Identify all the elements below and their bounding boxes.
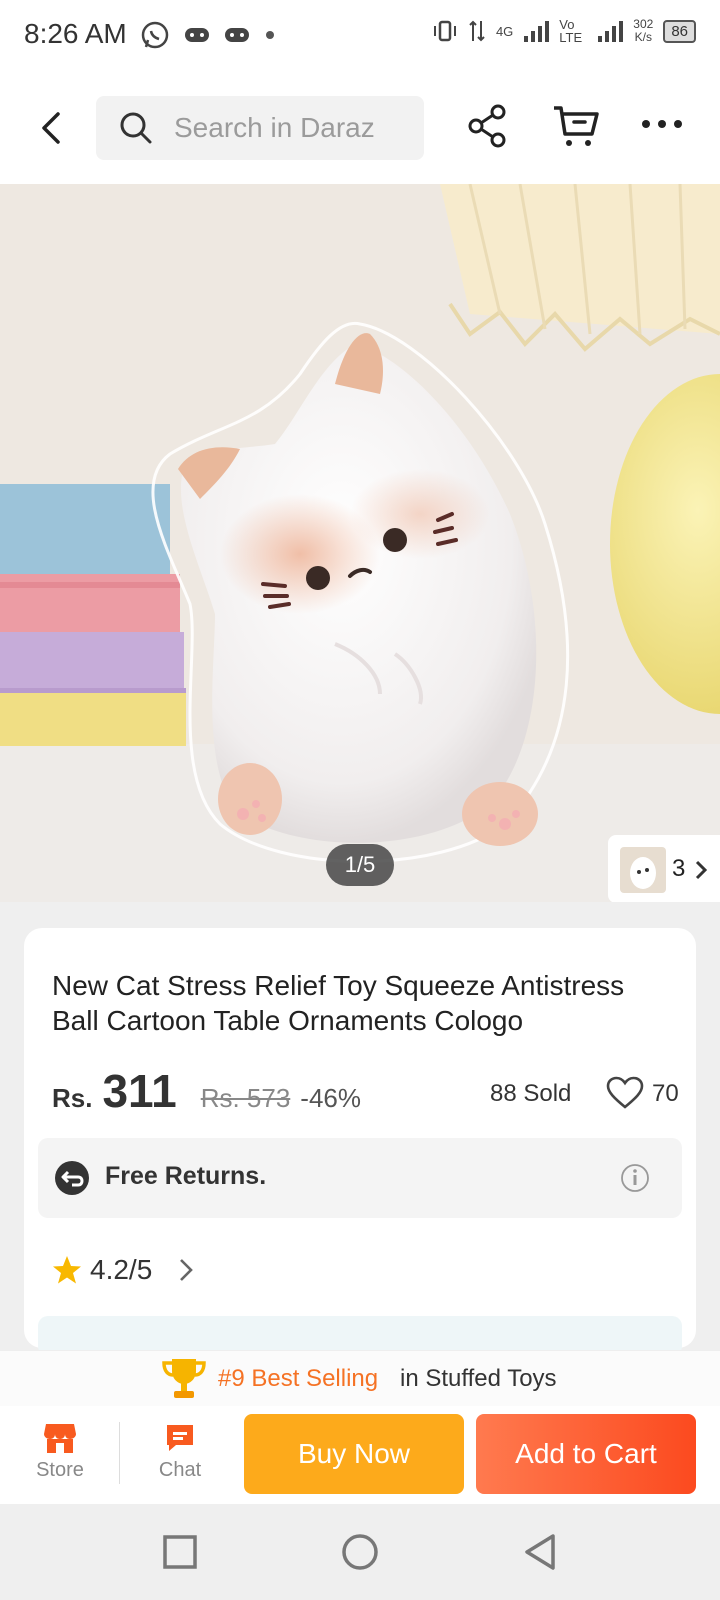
cart-icon[interactable] [552,104,600,148]
heart-icon[interactable] [606,1076,644,1110]
info-icon[interactable] [620,1163,650,1193]
status-system-icons: 4G Vo LTE 302 K/s 86 [432,18,696,44]
chevron-right-icon [180,1259,194,1281]
status-bar: 8:26 AM 4G Vo LTE 302 K/s 86 [0,0,720,72]
free-returns-banner[interactable]: Free Returns. [38,1138,682,1218]
game-controller-icon [225,28,249,42]
product-image [0,184,720,902]
search-icon [120,112,152,144]
battery-indicator: 86 [663,19,696,43]
chat-button[interactable]: Chat [140,1416,220,1496]
rating-value: 4.2/5 [90,1254,153,1285]
top-navigation-bar: Search in Daraz [0,72,720,184]
recent-apps-icon[interactable] [162,1534,198,1570]
home-icon[interactable] [340,1532,380,1572]
search-input[interactable]: Search in Daraz [96,96,424,160]
more-options-icon[interactable] [640,118,684,130]
product-title: New Cat Stress Relief Toy Squeeze Antist… [52,970,625,1036]
product-image-gallery[interactable]: 1/5 3 [0,184,720,902]
rating-row[interactable]: 4.2/5 [52,1254,194,1286]
variant-count: 3 [672,855,686,882]
signal-icon [598,21,624,42]
whatsapp-icon [141,21,169,49]
store-button[interactable]: Store [20,1416,100,1496]
status-time: 8:26 AM [24,18,127,49]
discount-badge: -46% [300,1083,361,1113]
buy-now-button[interactable]: Buy Now [244,1414,464,1494]
variant-thumbnail [620,847,666,893]
add-to-cart-button[interactable]: Add to Cart [476,1414,696,1494]
return-arrow-icon [55,1161,89,1195]
star-icon [53,1256,81,1284]
image-pager: 1/5 [326,844,394,886]
search-placeholder: Search in Daraz [174,112,375,143]
free-returns-label: Free Returns. [105,1162,267,1190]
sold-count: 88 Sold [490,1080,572,1107]
price-currency: Rs. [52,1083,93,1113]
chat-label: Chat [158,1459,202,1481]
vibrate-icon [433,20,456,42]
price-row: Rs. 311 Rs. 573 -46% 88 Sold 70 [52,1064,679,1124]
game-controller-icon [185,28,209,42]
chat-icon [167,1425,193,1451]
product-info-card: New Cat Stress Relief Toy Squeeze Antist… [24,928,696,1356]
bottom-action-bar: Store Chat Buy Now Add to Cart [0,1406,720,1504]
store-label: Store [36,1459,84,1481]
data-arrows-icon [469,20,485,42]
best-selling-rank: #9 Best Selling [218,1365,379,1392]
current-price: 311 [102,1065,177,1117]
chevron-right-icon [695,860,708,880]
share-icon[interactable] [466,104,510,148]
network-speed-unit: K/s [634,30,652,44]
wishlist-count: 70 [652,1080,679,1107]
notification-dot-icon [266,31,274,39]
network-type-label: 4G [495,23,514,39]
price-group: Rs. 311 Rs. 573 -46% [52,1064,361,1118]
network-speed: 302 K/s [633,18,653,44]
trophy-icon [162,1359,206,1398]
store-icon [44,1424,76,1453]
divider [119,1422,120,1484]
signal-icon [524,21,550,42]
back-nav-icon[interactable] [522,1532,558,1572]
volte-label: Vo LTE [559,17,583,45]
system-navigation-bar [0,1504,720,1600]
variants-selector[interactable]: 3 [608,835,720,902]
back-arrow-icon[interactable] [32,108,72,148]
original-price: Rs. 573 [200,1083,291,1113]
best-selling-category: in Stuffed Toys [400,1365,557,1392]
best-selling-banner[interactable]: #9 Best Selling in Stuffed Toys [0,1350,720,1408]
status-notification-icons [140,20,276,50]
